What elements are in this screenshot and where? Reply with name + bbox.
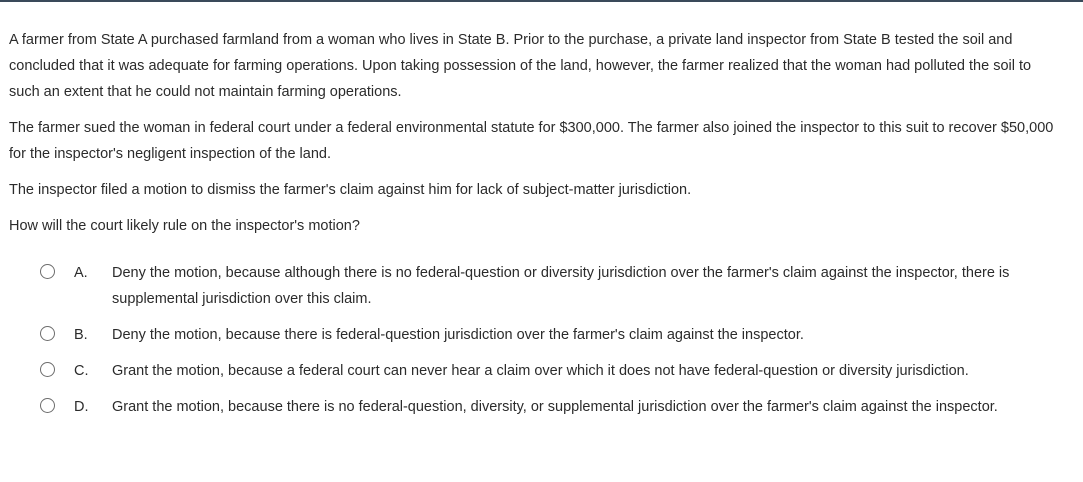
choice-c-letter: C. [74,363,89,379]
choice-b[interactable]: B. Deny the motion, because there is fed… [40,322,1070,348]
choice-d-radio[interactable] [40,398,55,413]
question-paragraph-3: The inspector filed a motion to dismiss … [9,182,692,198]
choice-c-text: Grant the motion, because a federal cour… [112,363,969,379]
question-paragraph-1: A farmer from State A purchased farmland… [9,32,1032,100]
choice-a-radio[interactable] [40,264,55,279]
answer-choices: A. Deny the motion, because although the… [40,260,1070,420]
top-divider [0,0,1083,2]
choice-a-letter: A. [74,265,88,281]
choice-c-radio[interactable] [40,362,55,377]
choice-c[interactable]: C. Grant the motion, because a federal c… [40,358,1070,384]
question-prompt: How will the court likely rule on the in… [9,218,360,234]
choice-a[interactable]: A. Deny the motion, because although the… [40,260,1070,312]
choice-b-text: Deny the motion, because there is federa… [112,327,804,343]
choice-d-letter: D. [74,399,89,415]
question-stem: A farmer from State A purchased farmland… [9,27,1059,249]
choice-d-text: Grant the motion, because there is no fe… [112,399,998,415]
choice-b-letter: B. [74,327,88,343]
question-paragraph-2: The farmer sued the woman in federal cou… [9,120,1054,162]
choice-a-text: Deny the motion, because although there … [112,265,1010,307]
choice-b-radio[interactable] [40,326,55,341]
choice-d[interactable]: D. Grant the motion, because there is no… [40,394,1070,420]
